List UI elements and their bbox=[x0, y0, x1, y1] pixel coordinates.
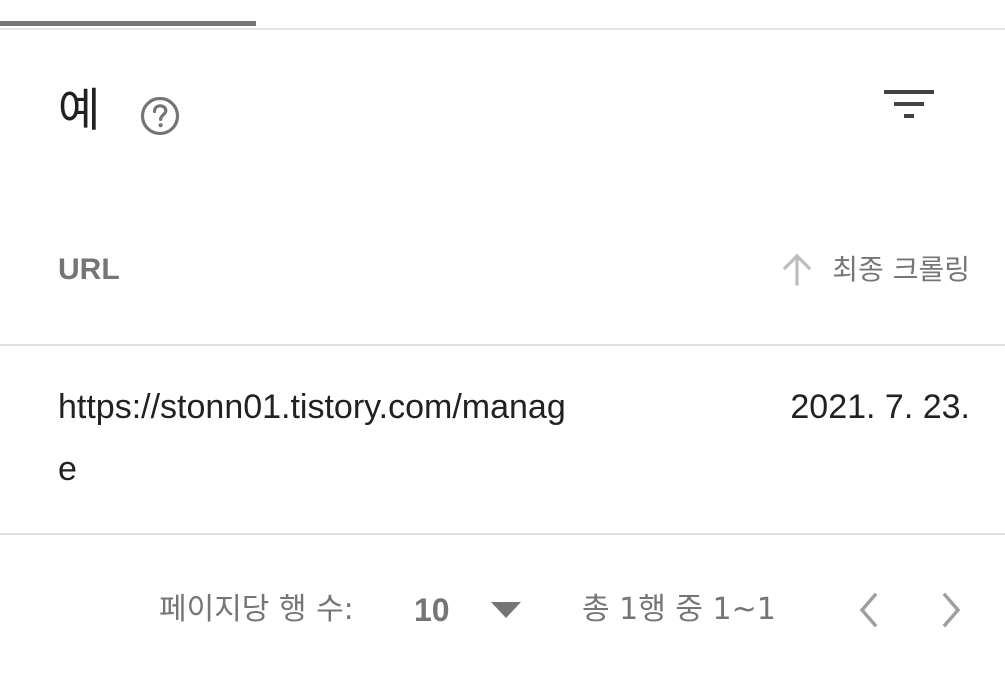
rows-per-page-select[interactable]: 10 bbox=[414, 588, 522, 632]
previous-page-button[interactable] bbox=[848, 586, 888, 634]
chevron-right-icon bbox=[932, 592, 972, 638]
column-header-last-crawled-label: 최종 크롤링 bbox=[832, 253, 970, 286]
chevron-left-icon bbox=[848, 592, 888, 638]
rows-per-page-value: 10 bbox=[414, 592, 450, 628]
rows-per-page-label: 페이지당 행 수: bbox=[159, 592, 354, 627]
filter-icon[interactable] bbox=[881, 86, 937, 128]
pagination-bar: 페이지당 행 수: 10 총 1행 중 1~1 bbox=[0, 580, 1005, 640]
arrow-up-icon[interactable] bbox=[780, 252, 814, 288]
index-coverage-details-card: 예 URL 최종 크롤링 https://stonn01.tistory.com… bbox=[0, 0, 1005, 675]
column-header-url[interactable]: URL bbox=[58, 252, 120, 288]
table-row[interactable]: https://stonn01.tistory.com/manage 2021.… bbox=[0, 346, 1005, 533]
card-title: 예 bbox=[58, 83, 101, 137]
page-range-label: 총 1행 중 1~1 bbox=[582, 592, 776, 627]
tab-strip bbox=[0, 0, 1005, 30]
help-circle-icon[interactable] bbox=[139, 95, 181, 137]
last-crawled-cell: 2021. 7. 23. bbox=[790, 388, 970, 426]
next-page-button[interactable] bbox=[932, 586, 972, 634]
url-cell: https://stonn01.tistory.com/manage bbox=[58, 388, 566, 488]
row-divider bbox=[0, 533, 1005, 535]
tab-divider bbox=[0, 28, 1005, 30]
active-tab-indicator[interactable] bbox=[0, 21, 256, 26]
column-header-last-crawled[interactable]: 최종 크롤링 bbox=[780, 250, 970, 290]
dropdown-arrow-icon bbox=[490, 601, 522, 619]
